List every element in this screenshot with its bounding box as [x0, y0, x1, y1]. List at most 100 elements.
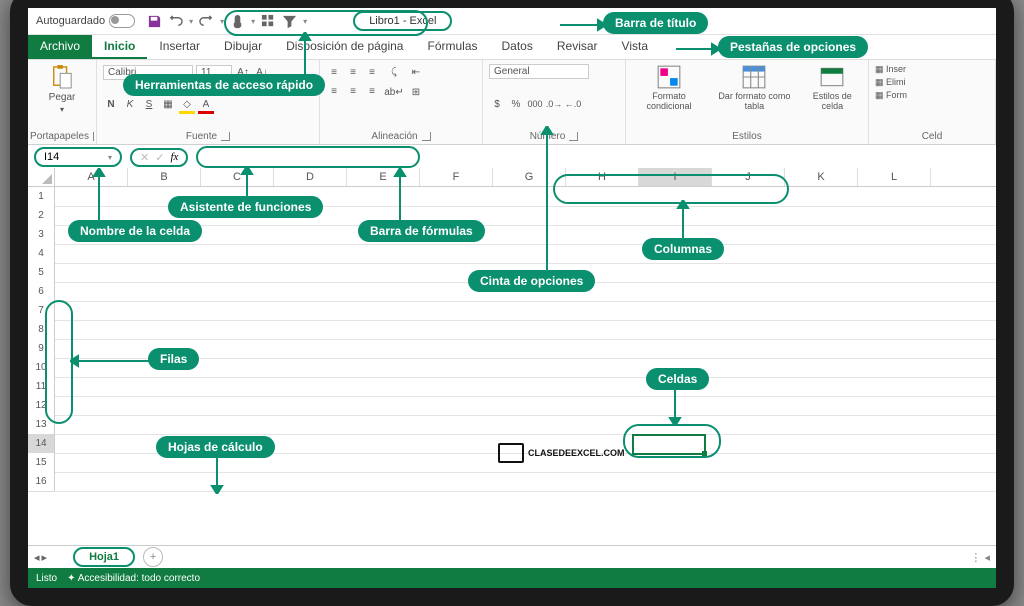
callout-ribbon: Cinta de opciones	[468, 270, 595, 292]
align-center-icon[interactable]: ≡	[345, 84, 361, 100]
callout-tabs: Pestañas de opciones	[718, 36, 868, 58]
redo-icon[interactable]	[199, 14, 214, 29]
tab-revisar[interactable]: Revisar	[545, 35, 610, 59]
row-header[interactable]: 16	[28, 472, 55, 492]
tab-datos[interactable]: Datos	[490, 35, 545, 59]
col-header[interactable]: D	[274, 168, 347, 186]
col-header[interactable]: K	[785, 168, 858, 186]
row-header[interactable]: 3	[28, 225, 55, 245]
chevron-down-icon[interactable]: ▾	[108, 153, 112, 162]
percent-icon[interactable]: %	[508, 96, 524, 112]
tab-inicio[interactable]: Inicio	[92, 35, 147, 59]
row-header[interactable]: 2	[28, 206, 55, 226]
underline-icon[interactable]: S	[141, 97, 157, 113]
cells-title: Celd	[922, 131, 943, 142]
monitor-icon	[498, 443, 524, 463]
cond-label: Formato condicional	[636, 92, 702, 112]
col-header[interactable]: B	[128, 168, 201, 186]
title-bar: Autoguardado ▾ ▾ ▾ ▾ Libro1 - Excel	[28, 8, 996, 35]
callout-sheets: Hojas de cálculo	[156, 436, 275, 458]
group-clipboard: Pegar ▾ Portapapeles	[28, 60, 97, 144]
select-all-corner[interactable]	[28, 168, 55, 186]
cancel-icon[interactable]: ✕	[140, 151, 149, 164]
callout-rows: Filas	[148, 348, 199, 370]
row-header[interactable]: 6	[28, 282, 55, 302]
sheet-tab[interactable]: Hoja1	[73, 547, 135, 567]
align-bottom-icon[interactable]: ≡	[364, 64, 380, 80]
align-left-icon[interactable]: ≡	[326, 84, 342, 100]
sheet-nav-next-icon[interactable]: ▸	[42, 551, 48, 564]
sheet-nav-prev-icon[interactable]: ◂	[34, 551, 40, 564]
enter-icon[interactable]: ✓	[155, 151, 164, 164]
dialog-launcher-icon[interactable]	[221, 132, 230, 141]
wrap-text-icon[interactable]: ab↵	[386, 84, 402, 100]
row-header[interactable]: 1	[28, 187, 55, 207]
ring-cell	[623, 424, 721, 458]
increase-decimal-icon[interactable]: .0→	[546, 96, 562, 112]
tab-archivo[interactable]: Archivo	[28, 35, 92, 59]
decrease-indent-icon[interactable]: ⇤	[408, 64, 424, 80]
row-header[interactable]: 15	[28, 453, 55, 473]
add-sheet-button[interactable]: +	[143, 547, 163, 567]
col-header[interactable]: C	[201, 168, 274, 186]
autosave-label: Autoguardado	[36, 15, 105, 27]
table-label: Dar formato como tabla	[716, 92, 793, 112]
number-format-select[interactable]: General	[489, 64, 589, 79]
conditional-format-button[interactable]: Formato condicional	[632, 64, 706, 112]
orientation-icon[interactable]: ⤹	[386, 64, 402, 80]
name-box-value: I14	[44, 151, 59, 163]
group-number: General $ % 000 .0→ ←.0 Número	[483, 60, 626, 144]
callout-title-bar: Barra de título	[603, 12, 708, 34]
paste-button[interactable]: Pegar ▾	[34, 64, 90, 114]
currency-icon[interactable]: $	[489, 96, 505, 112]
save-icon[interactable]	[147, 14, 162, 29]
insert-cells-button[interactable]: ▦ Inser	[875, 64, 989, 75]
row-header[interactable]: 5	[28, 263, 55, 283]
align-top-icon[interactable]: ≡	[326, 64, 342, 80]
callout-qat: Herramientas de acceso rápido	[123, 74, 325, 96]
delete-cells-button[interactable]: ▦ Elimi	[875, 77, 989, 88]
row-header[interactable]: 4	[28, 244, 55, 264]
italic-icon[interactable]: K	[122, 97, 138, 113]
styles-title: Estilos	[732, 131, 761, 142]
tab-dibujar[interactable]: Dibujar	[212, 35, 274, 59]
font-color-icon[interactable]: A	[198, 97, 214, 113]
col-header[interactable]: E	[347, 168, 420, 186]
formula-input[interactable]	[196, 146, 420, 168]
thousands-icon[interactable]: 000	[527, 96, 543, 112]
align-right-icon[interactable]: ≡	[364, 84, 380, 100]
callout-namebox: Nombre de la celda	[68, 220, 202, 242]
ring-qat	[224, 10, 428, 36]
col-header[interactable]: F	[420, 168, 493, 186]
name-box[interactable]: I14 ▾	[34, 147, 122, 167]
accessibility-status[interactable]: ✦ Accesibilidad: todo correcto	[67, 573, 200, 584]
format-as-table-button[interactable]: Dar formato como tabla	[712, 64, 797, 112]
font-title: Fuente	[186, 131, 217, 142]
toggle-icon[interactable]	[109, 14, 135, 28]
cell-styles-icon	[819, 64, 845, 90]
merge-icon[interactable]: ⊞	[408, 84, 424, 100]
dialog-launcher-icon[interactable]	[93, 132, 94, 141]
row-header[interactable]: 14	[28, 434, 55, 454]
tab-vista[interactable]: Vista	[610, 35, 660, 59]
cell-styles-button[interactable]: Estilos de celda	[803, 64, 862, 112]
status-ready: Listo	[36, 573, 57, 584]
autosave-toggle[interactable]: Autoguardado	[36, 14, 135, 28]
tab-formulas[interactable]: Fórmulas	[415, 35, 489, 59]
tab-disposicion[interactable]: Disposición de página	[274, 35, 415, 59]
border-icon[interactable]: ▦	[160, 97, 176, 113]
align-middle-icon[interactable]: ≡	[345, 64, 361, 80]
fx-icon[interactable]: fx	[170, 151, 178, 163]
bold-icon[interactable]: N	[103, 97, 119, 113]
fill-color-icon[interactable]: ◇	[179, 97, 195, 113]
tab-insertar[interactable]: Insertar	[147, 35, 212, 59]
dialog-launcher-icon[interactable]	[569, 132, 578, 141]
ring-columns	[553, 174, 789, 204]
ribbon: Pegar ▾ Portapapeles Calibri 11 A↑ A↓ N …	[28, 60, 996, 145]
col-header[interactable]: L	[858, 168, 931, 186]
clipboard-title: Portapapeles	[30, 131, 89, 142]
dialog-launcher-icon[interactable]	[422, 132, 431, 141]
decrease-decimal-icon[interactable]: ←.0	[565, 96, 581, 112]
format-cells-button[interactable]: ▦ Form	[875, 90, 989, 101]
undo-icon[interactable]	[168, 14, 183, 29]
